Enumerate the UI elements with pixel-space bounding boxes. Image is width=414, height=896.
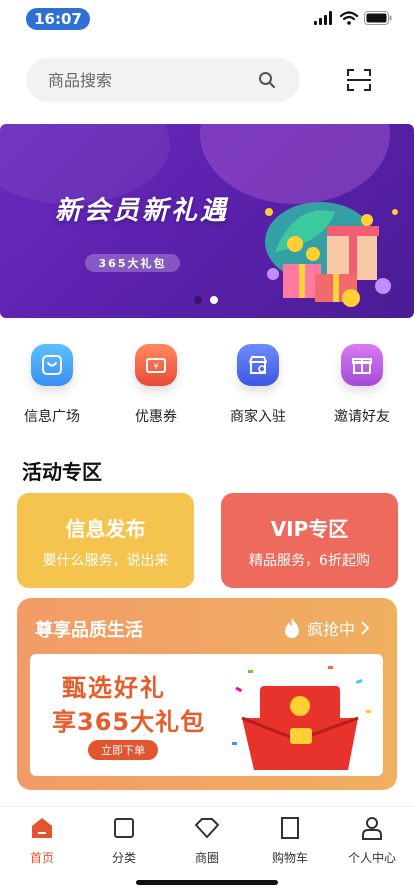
premium-life-card[interactable]: 尊享品质生活 疯抢中 甄选好礼 享365大礼包 立即下单 xyxy=(17,598,397,790)
gift-icon xyxy=(341,344,383,386)
cart-icon xyxy=(281,817,299,839)
rush-label: 疯抢中 xyxy=(306,620,355,639)
gift-headline: 甄选好礼 xyxy=(62,674,166,702)
promo-banner[interactable]: 新会员新礼遇 365大礼包 xyxy=(0,124,414,318)
carousel-dots xyxy=(194,296,218,304)
card-title: 尊享品质生活 xyxy=(35,620,143,641)
gift-boxes-illustration xyxy=(265,202,398,307)
shortcut-label: 优惠券 xyxy=(135,409,177,425)
signal-icon xyxy=(314,11,332,25)
tab-home[interactable]: 首页 xyxy=(7,815,77,866)
search-input[interactable] xyxy=(48,58,248,102)
diamond-icon xyxy=(195,818,219,838)
coupon-icon: ¥ xyxy=(135,344,177,386)
tab-business-circle[interactable]: 商圈 xyxy=(172,815,242,866)
shortcut-coupon[interactable]: ¥ 优惠券 xyxy=(115,344,197,426)
shortcut-invite[interactable]: 邀请好友 xyxy=(321,344,403,426)
shortcut-label: 信息广场 xyxy=(24,409,80,425)
tab-label: 个人中心 xyxy=(347,851,396,865)
rush-link[interactable]: 疯抢中 xyxy=(283,616,369,640)
gift-headline: 享365大礼包 xyxy=(52,708,206,736)
order-now-button[interactable]: 立即下单 xyxy=(88,740,158,760)
shortcut-label: 邀请好友 xyxy=(334,409,390,425)
tab-label: 商圈 xyxy=(194,851,219,865)
tab-category[interactable]: 分类 xyxy=(89,815,159,866)
card-title: 信息发布 xyxy=(65,517,146,541)
section-title: 活动专区 xyxy=(22,460,102,484)
gift-promo-panel[interactable]: 甄选好礼 享365大礼包 立即下单 xyxy=(30,654,383,776)
scan-icon[interactable] xyxy=(346,68,372,92)
shortcut-label: 商家入驻 xyxy=(230,409,286,425)
status-icons xyxy=(314,11,392,25)
shortcut-merchant[interactable]: 商家入驻 xyxy=(217,344,299,426)
status-time: 16:07 xyxy=(26,8,90,30)
info-publish-card[interactable]: 信息发布 要什么服务，说出来 xyxy=(17,493,194,588)
wifi-icon xyxy=(340,11,358,25)
tab-cart[interactable]: 购物车 xyxy=(255,815,325,866)
red-envelope-illustration xyxy=(232,666,371,770)
tab-profile[interactable]: 个人中心 xyxy=(337,815,407,866)
card-title: VIP专区 xyxy=(270,517,349,541)
vip-zone-card[interactable]: VIP专区 精品服务，6折起购 xyxy=(221,493,398,588)
banner-title: 新会员新礼遇 xyxy=(55,196,230,226)
svg-text:¥: ¥ xyxy=(153,362,158,371)
status-bar: 16:07 xyxy=(0,0,414,44)
tab-label: 分类 xyxy=(111,851,136,865)
tab-label: 购物车 xyxy=(271,851,308,865)
store-icon xyxy=(237,344,279,386)
banner-tag: 365大礼包 xyxy=(85,254,180,272)
home-indicator xyxy=(136,880,278,885)
category-icon xyxy=(114,818,134,838)
search-box[interactable] xyxy=(26,58,300,102)
battery-icon xyxy=(364,11,392,25)
message-square-icon xyxy=(31,344,73,386)
tab-label: 首页 xyxy=(29,851,54,865)
carousel-dot[interactable] xyxy=(194,296,202,304)
user-icon xyxy=(362,817,382,840)
flame-icon xyxy=(284,618,299,638)
shortcut-info-square[interactable]: 信息广场 xyxy=(11,344,93,426)
card-subtitle: 要什么服务，说出来 xyxy=(42,553,169,569)
home-icon xyxy=(32,818,52,838)
carousel-dot-active[interactable] xyxy=(210,296,218,304)
card-subtitle: 精品服务，6折起购 xyxy=(249,553,370,569)
chevron-right-icon xyxy=(361,621,369,635)
search-icon[interactable] xyxy=(258,71,276,89)
